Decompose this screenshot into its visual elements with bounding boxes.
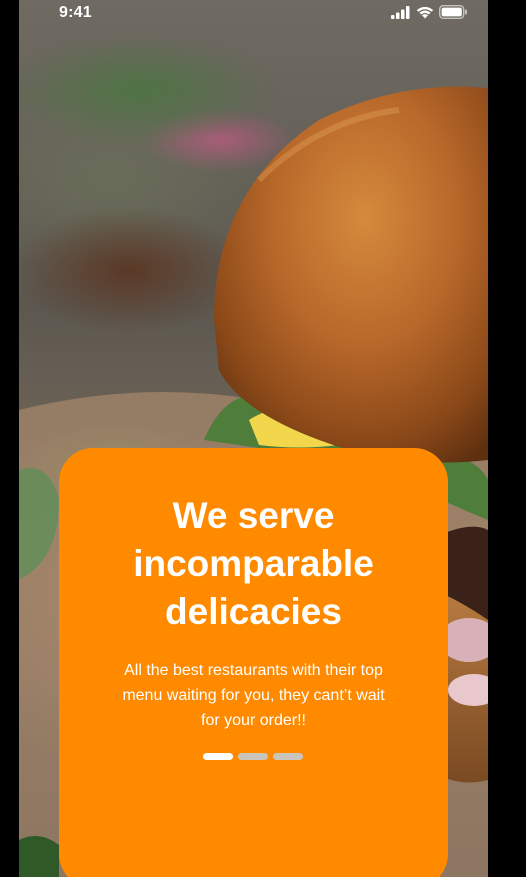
subtitle-line: for your order!! <box>201 712 306 729</box>
onboarding-subtitle: All the best restaurants with their top … <box>89 658 418 733</box>
page-indicator <box>203 753 303 760</box>
page-dot-3[interactable] <box>273 753 303 760</box>
subtitle-line: menu waiting for you, they cant’t wait <box>122 687 385 704</box>
onboarding-screen: 9:41 We serve incomparable delicacies Al… <box>19 0 488 877</box>
subtitle-line: All the best restaurants with their top <box>124 662 383 679</box>
status-time: 9:41 <box>59 4 92 21</box>
headline-line: We serve <box>172 495 335 536</box>
headline-line: incomparable <box>133 543 374 584</box>
wifi-icon <box>416 6 434 18</box>
cellular-signal-icon <box>391 5 410 19</box>
status-icons <box>391 4 468 20</box>
status-bar: 9:41 <box>19 0 488 28</box>
page-dot-1[interactable] <box>203 753 233 760</box>
headline-line: delicacies <box>165 591 342 632</box>
onboarding-card: We serve incomparable delicacies All the… <box>59 448 448 877</box>
onboarding-headline: We serve incomparable delicacies <box>59 492 448 636</box>
battery-icon <box>439 5 467 19</box>
page-dot-2[interactable] <box>238 753 268 760</box>
